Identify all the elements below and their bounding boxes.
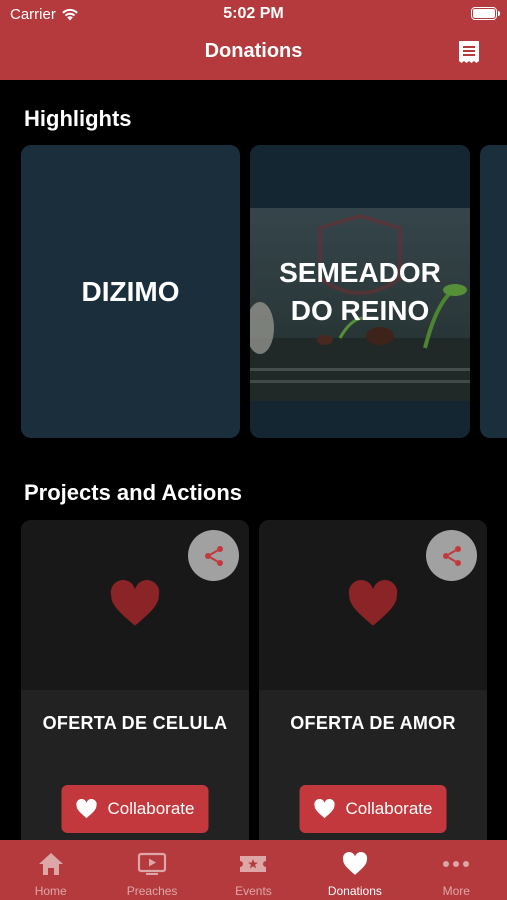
project-card-celula[interactable]: OFERTA DE CELULA Collaborate bbox=[21, 520, 249, 840]
collaborate-label: Collaborate bbox=[345, 799, 433, 818]
main-content[interactable]: Highlights DIZIMO SEMEADOR DO REINO Proj… bbox=[0, 80, 507, 840]
video-icon bbox=[137, 852, 167, 875]
battery-icon bbox=[471, 7, 500, 20]
home-icon bbox=[38, 853, 63, 875]
tab-donations[interactable]: Donations bbox=[304, 840, 405, 900]
tab-more[interactable]: More bbox=[406, 840, 507, 900]
ticket-icon bbox=[240, 856, 267, 872]
tab-label: Preaches bbox=[126, 884, 178, 898]
tab-home[interactable]: Home bbox=[0, 840, 101, 900]
project-name: OFERTA DE AMOR bbox=[290, 713, 456, 733]
highlight-label: SEMEADOR DO REINO bbox=[279, 256, 441, 326]
heart-icon bbox=[76, 799, 97, 819]
heart-icon bbox=[342, 852, 367, 875]
collaborate-label: Collaborate bbox=[107, 799, 195, 818]
status-time: 5:02 PM bbox=[223, 5, 284, 22]
share-icon bbox=[442, 545, 461, 566]
heart-icon bbox=[348, 580, 398, 626]
highlights-title: Highlights bbox=[24, 106, 132, 131]
receipt-icon bbox=[459, 41, 479, 63]
share-icon bbox=[204, 545, 223, 566]
more-icon bbox=[443, 861, 470, 867]
tab-label: Events bbox=[235, 884, 272, 898]
highlight-card-next[interactable] bbox=[480, 145, 507, 438]
collaborate-button[interactable]: Collaborate bbox=[61, 785, 209, 833]
status-bar: Carrier 5:02 PM bbox=[0, 0, 507, 30]
highlight-card-semeador[interactable]: SEMEADOR DO REINO bbox=[250, 145, 470, 438]
tab-label: Donations bbox=[327, 884, 382, 898]
app-header: Carrier 5:02 PM Donations bbox=[0, 0, 507, 80]
receipt-button[interactable] bbox=[457, 39, 481, 65]
page-title: Donations bbox=[204, 40, 303, 62]
highlight-card-dizimo[interactable]: DIZIMO bbox=[21, 145, 240, 438]
tab-bar: Home Preaches Events Donations More bbox=[0, 840, 507, 900]
share-button[interactable] bbox=[188, 530, 239, 581]
projects-title: Projects and Actions bbox=[24, 480, 243, 505]
tab-preaches[interactable]: Preaches bbox=[101, 840, 202, 900]
share-button[interactable] bbox=[426, 530, 477, 581]
tab-events[interactable]: Events bbox=[203, 840, 304, 900]
heart-icon bbox=[110, 580, 160, 626]
project-card-amor[interactable]: OFERTA DE AMOR Collaborate bbox=[259, 520, 487, 840]
collaborate-button[interactable]: Collaborate bbox=[299, 785, 447, 833]
highlight-label: DIZIMO bbox=[81, 275, 180, 307]
tab-label: Home bbox=[34, 884, 67, 898]
project-name: OFERTA DE CELULA bbox=[42, 713, 228, 733]
heart-icon bbox=[314, 799, 335, 819]
tab-label: More bbox=[442, 884, 470, 898]
